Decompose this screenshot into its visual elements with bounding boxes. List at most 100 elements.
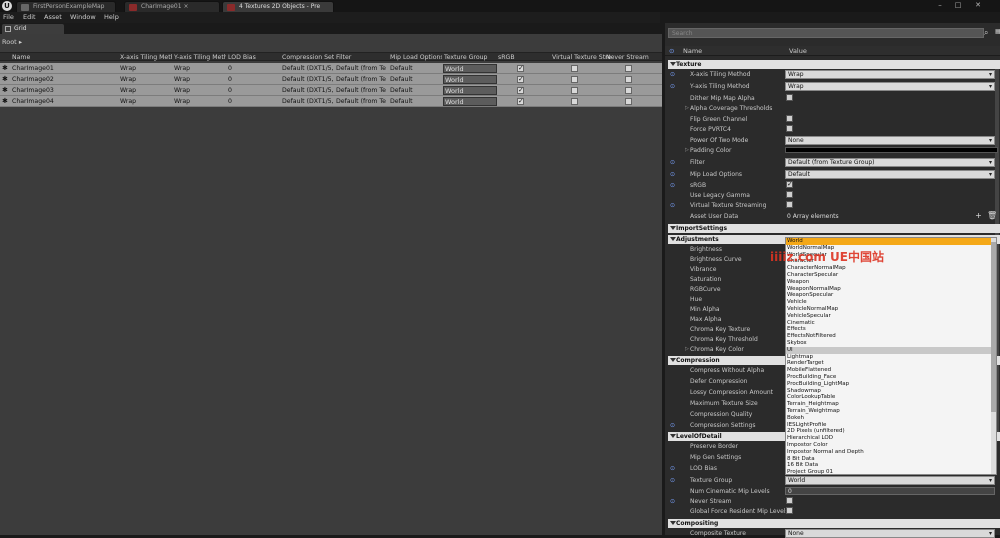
dropdown-option[interactable]: Shadowmap [787,388,821,394]
mip-load-select[interactable]: Default [785,170,995,179]
legacy-gamma-checkbox[interactable] [786,191,793,198]
power-of-two-select[interactable]: None [785,136,995,145]
y-tiling-select[interactable]: Wrap [785,82,995,91]
grid-dock-tab[interactable]: Grid [2,24,64,34]
cell-mip[interactable]: Default [390,65,442,72]
close-icon[interactable]: ✕ [972,1,984,10]
padding-color-swatch[interactable] [785,147,998,153]
dropdown-option[interactable]: UI [787,347,793,353]
pin-icon[interactable]: ✱ [2,65,8,72]
cell-name[interactable]: CharImage03 [12,87,112,94]
texture-group-dropdown-list[interactable]: WorldWorldNormalMapWorldSpecularCharacte… [785,237,997,475]
srgb-checkbox[interactable] [517,87,524,94]
dropdown-option[interactable]: VehicleSpecular [787,313,831,319]
maximize-icon[interactable]: □ [952,1,964,10]
col-y-tiling[interactable]: Y-axis Tiling Metho [174,54,226,61]
never-stream-checkbox[interactable] [625,87,632,94]
dropdown-option[interactable]: ProcBuilding_LightMap [787,381,849,387]
dither-checkbox[interactable] [786,94,793,101]
composite-texture-select[interactable]: None [785,529,995,538]
srgb-checkbox[interactable] [786,181,793,188]
cell-comp[interactable]: Default (DXT1/5, [282,98,334,105]
pin-icon[interactable]: ✱ [2,98,8,105]
dropdown-option[interactable]: CharacterNormalMap [787,265,846,271]
filter-select[interactable]: Default (from Texture Group) [785,158,995,167]
cell-x[interactable]: Wrap [120,76,172,83]
cell-lod[interactable]: 0 [228,87,280,94]
texture-group-cell[interactable]: World [443,97,497,106]
cell-filter[interactable]: Default (from Te [336,65,388,72]
srgb-checkbox[interactable] [517,76,524,83]
menu-help[interactable]: Help [104,13,119,21]
dropdown-option[interactable]: Vehicle [787,299,807,305]
dropdown-option[interactable]: Cinematic [787,320,815,326]
cell-mip[interactable]: Default [390,98,442,105]
table-row[interactable]: ✱CharImage01WrapWrap0Default (DXT1/5,Def… [0,63,662,74]
col-never-stream[interactable]: Never Stream [606,54,660,61]
cell-lod[interactable]: 0 [228,65,280,72]
never-stream-checkbox[interactable] [625,76,632,83]
breadcrumb[interactable]: Root ▸ [2,38,22,46]
menu-window[interactable]: Window [70,13,96,21]
dropdown-option[interactable]: ProcBuilding_Face [787,374,836,380]
section-import-settings[interactable]: ImportSettings [668,224,1000,233]
dropdown-option[interactable]: Hierarchical LOD [787,435,833,441]
cell-filter[interactable]: Default (from Te [336,87,388,94]
dropdown-option[interactable]: Impostor Normal and Depth [787,449,864,455]
search-icon[interactable]: ⌕ [984,28,994,38]
cell-filter[interactable]: Default (from Te [336,98,388,105]
dropdown-option[interactable]: MobileFlattened [787,367,831,373]
dropdown-option[interactable]: 16 Bit Data [787,462,818,468]
flip-green-checkbox[interactable] [786,115,793,122]
minimize-icon[interactable]: – [934,1,946,10]
cell-name[interactable]: CharImage01 [12,65,112,72]
num-cinematic-input[interactable]: 0 [785,487,995,495]
dropdown-option[interactable]: Project Group 01 [787,469,833,475]
vts-checkbox[interactable] [571,65,578,72]
pin-icon[interactable]: ✱ [2,76,8,83]
x-tiling-select[interactable]: Wrap [785,70,995,79]
pin-icon[interactable]: ⊙ [670,422,675,428]
pin-icon[interactable]: ⊙ [670,71,675,77]
pin-icon[interactable]: ⊙ [670,83,675,89]
dropdown-option[interactable]: RenderTarget [787,360,824,366]
cell-lod[interactable]: 0 [228,98,280,105]
dropdown-option[interactable]: 2D Pixels (unfiltered) [787,428,845,434]
dropdown-option[interactable]: World [787,238,803,244]
menu-file[interactable]: File [3,13,14,21]
cell-filter[interactable]: Default (from Te [336,76,388,83]
trash-icon[interactable]: 🗑 [987,212,994,219]
dropdown-option[interactable]: Effects [787,326,806,332]
cell-name[interactable]: CharImage04 [12,98,112,105]
cell-y[interactable]: Wrap [174,87,226,94]
col-x-tiling[interactable]: X-axis Tiling Metho [120,54,172,61]
menu-edit[interactable]: Edit [23,13,36,21]
srgb-checkbox[interactable] [517,98,524,105]
dropdown-option[interactable]: EffectsNotFiltered [787,333,836,339]
pin-icon[interactable]: ⊙ [670,159,675,165]
section-compositing[interactable]: Compositing [668,519,1000,528]
pin-icon[interactable]: ⊙ [670,202,675,208]
col-mip-load[interactable]: Mip Load Options [390,54,442,61]
cell-y[interactable]: Wrap [174,98,226,105]
texture-group-cell[interactable]: World [443,86,497,95]
view-options-icon[interactable]: ▦ [995,28,1000,38]
dropdown-scroll-thumb[interactable] [991,242,996,412]
dropdown-option[interactable]: Lightmap [787,354,813,360]
dropdown-option[interactable]: Skybox [787,340,807,346]
table-row[interactable]: ✱CharImage04WrapWrap0Default (DXT1/5,Def… [0,96,662,107]
dropdown-option[interactable]: Terrain_Heightmap [787,401,839,407]
pin-icon[interactable]: ⊙ [670,477,675,483]
dropdown-option[interactable]: 8 Bit Data [787,456,815,462]
cell-mip[interactable]: Default [390,87,442,94]
dropdown-option[interactable]: Bokeh [787,415,804,421]
col-vts[interactable]: Virtual Texture Stre [552,54,612,61]
cell-x[interactable]: Wrap [120,98,172,105]
dropdown-option[interactable]: VehicleNormalMap [787,306,838,312]
dropdown-option[interactable]: ColorLookupTable [787,394,835,400]
col-compression[interactable]: Compression Settings [282,54,334,61]
section-texture[interactable]: Texture [668,60,1000,69]
dropdown-option[interactable]: Terrain_Weightmap [787,408,840,414]
cell-y[interactable]: Wrap [174,76,226,83]
table-row[interactable]: ✱CharImage02WrapWrap0Default (DXT1/5,Def… [0,74,662,85]
